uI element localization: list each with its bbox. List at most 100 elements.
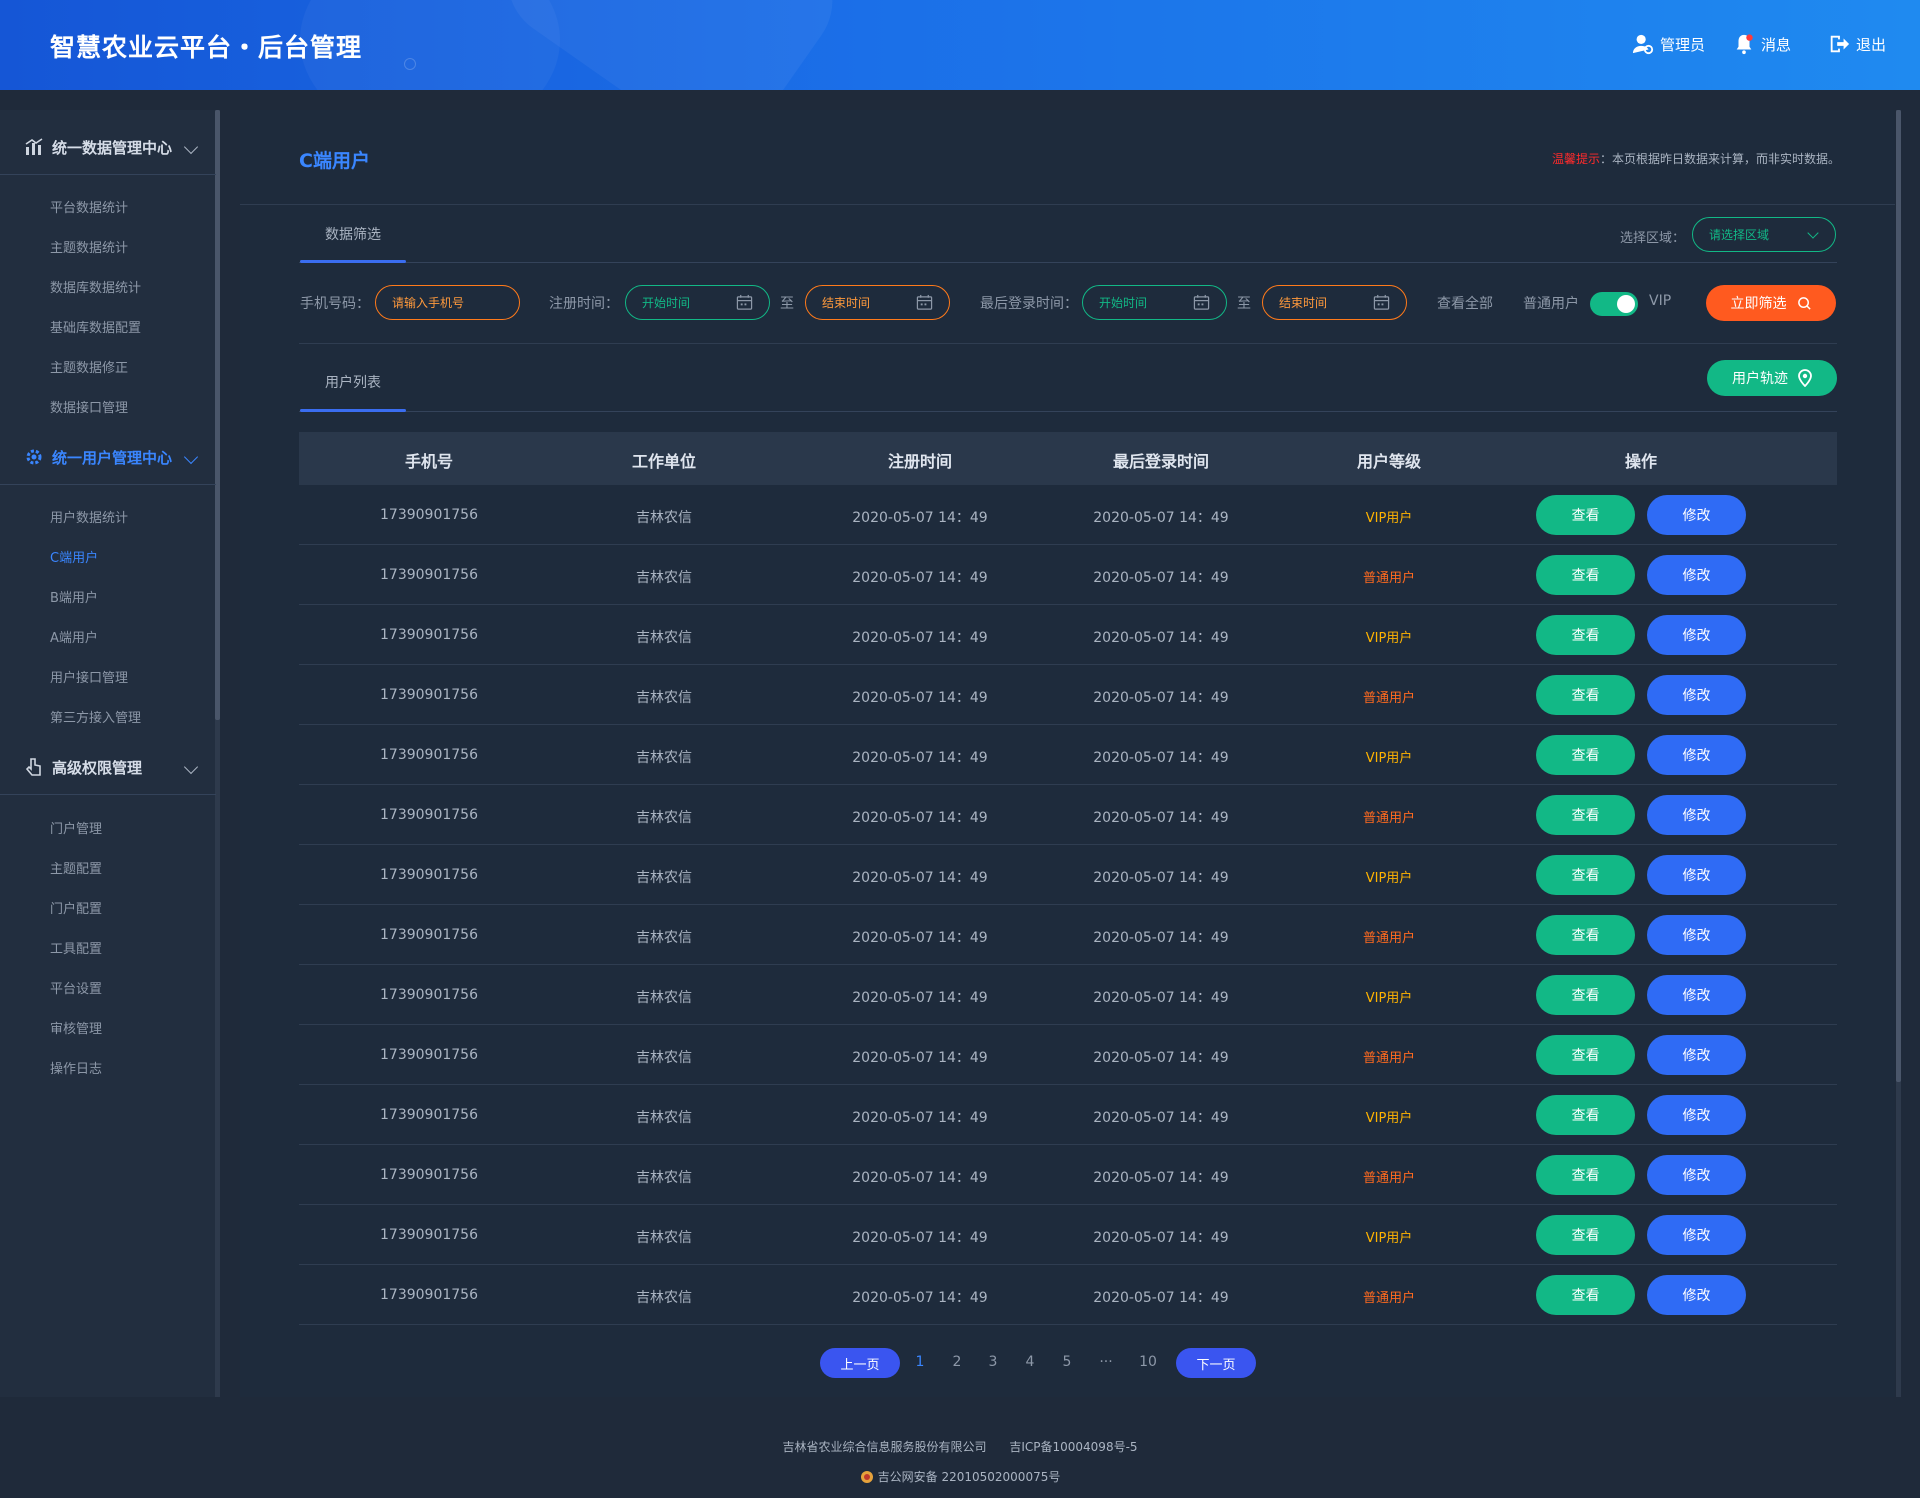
phone-input[interactable]: 请输入手机号 (375, 285, 520, 320)
calendar-icon (1373, 294, 1390, 310)
page-number[interactable]: 3 (989, 1354, 998, 1370)
sidebar-item-logs[interactable]: 操作日志 (50, 1058, 102, 1077)
sidebar-item-data-api[interactable]: 数据接口管理 (50, 397, 128, 416)
sidebar-item-b-users[interactable]: B端用户 (50, 587, 98, 606)
sidebar-scroll-thumb[interactable] (215, 110, 220, 720)
sidebar-item-review[interactable]: 审核管理 (50, 1018, 102, 1037)
cell-login-time: 2020-05-07 14：49 (1093, 870, 1229, 886)
view-button[interactable]: 查看 (1536, 555, 1635, 595)
sidebar-item-theme-config[interactable]: 主题配置 (50, 858, 102, 877)
user-track-button[interactable]: 用户轨迹 (1707, 360, 1837, 396)
sidebar-item-user-stats[interactable]: 用户数据统计 (50, 507, 128, 526)
sidebar-item-portal[interactable]: 门户管理 (50, 818, 102, 837)
logout-label: 退出 (1856, 35, 1887, 54)
sidebar-item-db-stats[interactable]: 数据库数据统计 (50, 277, 141, 296)
sidebar-group-permissions[interactable]: 高级权限管理 (0, 740, 216, 795)
admin-link[interactable]: 管理员 (1632, 33, 1705, 55)
edit-button[interactable]: 修改 (1647, 735, 1746, 775)
main-scroll-thumb[interactable] (1896, 110, 1901, 1082)
edit-button[interactable]: 修改 (1647, 1155, 1746, 1195)
view-button[interactable]: 查看 (1536, 1095, 1635, 1135)
view-button[interactable]: 查看 (1536, 1215, 1635, 1255)
cell-org: 吉林农信 (636, 930, 692, 946)
cell-org: 吉林农信 (636, 1290, 692, 1306)
search-icon (1797, 296, 1811, 310)
edit-button[interactable]: 修改 (1647, 915, 1746, 955)
edit-button[interactable]: 修改 (1647, 1035, 1746, 1075)
tab-data-filter[interactable]: 数据筛选 (325, 224, 381, 244)
cell-org: 吉林农信 (636, 690, 692, 706)
tab-bar (299, 262, 1837, 263)
next-page-button[interactable]: 下一页 (1176, 1348, 1256, 1378)
table-row: 17390901756 吉林农信 2020-05-07 14：49 2020-05-0… (299, 725, 1837, 785)
sidebar-item-portal-config[interactable]: 门户配置 (50, 898, 102, 917)
edit-button[interactable]: 修改 (1647, 675, 1746, 715)
page-number[interactable]: 4 (1026, 1354, 1035, 1370)
logout-link[interactable]: 退出 (1828, 33, 1886, 55)
footer-company-line: 吉林省农业综合信息服务股份有限公司 吉ICP备10004098号-5 (0, 1438, 1920, 1455)
view-button[interactable]: 查看 (1536, 675, 1635, 715)
region-select[interactable]: 请选择区域 (1692, 217, 1836, 252)
view-button[interactable]: 查看 (1536, 735, 1635, 775)
sidebar-item-tool-config[interactable]: 工具配置 (50, 938, 102, 957)
view-button[interactable]: 查看 (1536, 915, 1635, 955)
view-all-link[interactable]: 查看全部 (1437, 293, 1493, 313)
footer-police[interactable]: 吉公网安备 22010502000075号 (878, 1468, 1061, 1485)
login-end-input[interactable]: 结束时间 (1262, 285, 1407, 320)
edit-button[interactable]: 修改 (1647, 855, 1746, 895)
view-button[interactable]: 查看 (1536, 615, 1635, 655)
page-number[interactable]: 10 (1139, 1354, 1157, 1370)
cell-level: 普通用户 (1362, 1051, 1416, 1066)
sidebar-item-base-config[interactable]: 基础库数据配置 (50, 317, 141, 336)
normal-user-label: 普通用户 (1523, 296, 1579, 312)
tab-underline (300, 260, 406, 263)
view-button[interactable]: 查看 (1536, 495, 1635, 535)
view-button[interactable]: 查看 (1536, 975, 1635, 1015)
sidebar-item-user-api[interactable]: 用户接口管理 (50, 667, 128, 686)
user-type-toggle[interactable] (1590, 292, 1638, 316)
chevron-down-icon (183, 759, 199, 775)
view-button[interactable]: 查看 (1536, 795, 1635, 835)
footer-icp[interactable]: 吉ICP备10004098号-5 (1009, 1440, 1137, 1454)
sidebar-item-platform-stats[interactable]: 平台数据统计 (50, 197, 128, 216)
reg-start-input[interactable]: 开始时间 (625, 285, 770, 320)
edit-button[interactable]: 修改 (1647, 975, 1746, 1015)
prev-page-button[interactable]: 上一页 (820, 1348, 900, 1378)
table-row: 17390901756 吉林农信 2020-05-07 14：49 2020-05-0… (299, 605, 1837, 665)
sidebar-group-data[interactable]: 统一数据管理中心 (0, 120, 216, 175)
view-button[interactable]: 查看 (1536, 1275, 1635, 1315)
table-row: 17390901756 吉林农信 2020-05-07 14：49 2020-05-0… (299, 905, 1837, 965)
sidebar-item-platform-settings[interactable]: 平台设置 (50, 978, 102, 997)
to-label: 至 (1237, 296, 1251, 312)
filter-submit-button[interactable]: 立即筛选 (1706, 285, 1836, 321)
edit-button[interactable]: 修改 (1647, 495, 1746, 535)
sidebar-item-topic-stats[interactable]: 主题数据统计 (50, 237, 128, 256)
edit-button[interactable]: 修改 (1647, 1215, 1746, 1255)
edit-button[interactable]: 修改 (1647, 615, 1746, 655)
sidebar-item-c-users[interactable]: C端用户 (50, 547, 98, 566)
sidebar-group-users[interactable]: 统一用户管理中心 (0, 430, 216, 485)
sidebar-item-third-party[interactable]: 第三方接入管理 (50, 707, 141, 726)
edit-button[interactable]: 修改 (1647, 1275, 1746, 1315)
page-number[interactable]: 5 (1063, 1354, 1072, 1370)
edit-button[interactable]: 修改 (1647, 1095, 1746, 1135)
view-button[interactable]: 查看 (1536, 1155, 1635, 1195)
edit-button[interactable]: 修改 (1647, 555, 1746, 595)
view-button[interactable]: 查看 (1536, 855, 1635, 895)
messages-link[interactable]: 消息 (1733, 33, 1791, 55)
cell-login-time: 2020-05-07 14：49 (1093, 1290, 1229, 1306)
sidebar-item-topic-fix[interactable]: 主题数据修正 (50, 357, 128, 376)
main-scrollbar[interactable] (1896, 110, 1901, 1397)
table-row: 17390901756 吉林农信 2020-05-07 14：49 2020-05-0… (299, 845, 1837, 905)
cell-level: 普通用户 (1362, 931, 1416, 946)
page-number[interactable]: 2 (953, 1354, 962, 1370)
reg-end-input[interactable]: 结束时间 (805, 285, 950, 320)
sidebar-item-a-users[interactable]: A端用户 (50, 627, 98, 646)
column-header: 用户等级 (1356, 452, 1422, 471)
view-button[interactable]: 查看 (1536, 1035, 1635, 1075)
phone-label: 手机号码： (300, 296, 370, 312)
login-start-input[interactable]: 开始时间 (1082, 285, 1227, 320)
page-number[interactable]: 1 (916, 1354, 925, 1370)
tab-user-list[interactable]: 用户列表 (325, 372, 381, 392)
edit-button[interactable]: 修改 (1647, 795, 1746, 835)
